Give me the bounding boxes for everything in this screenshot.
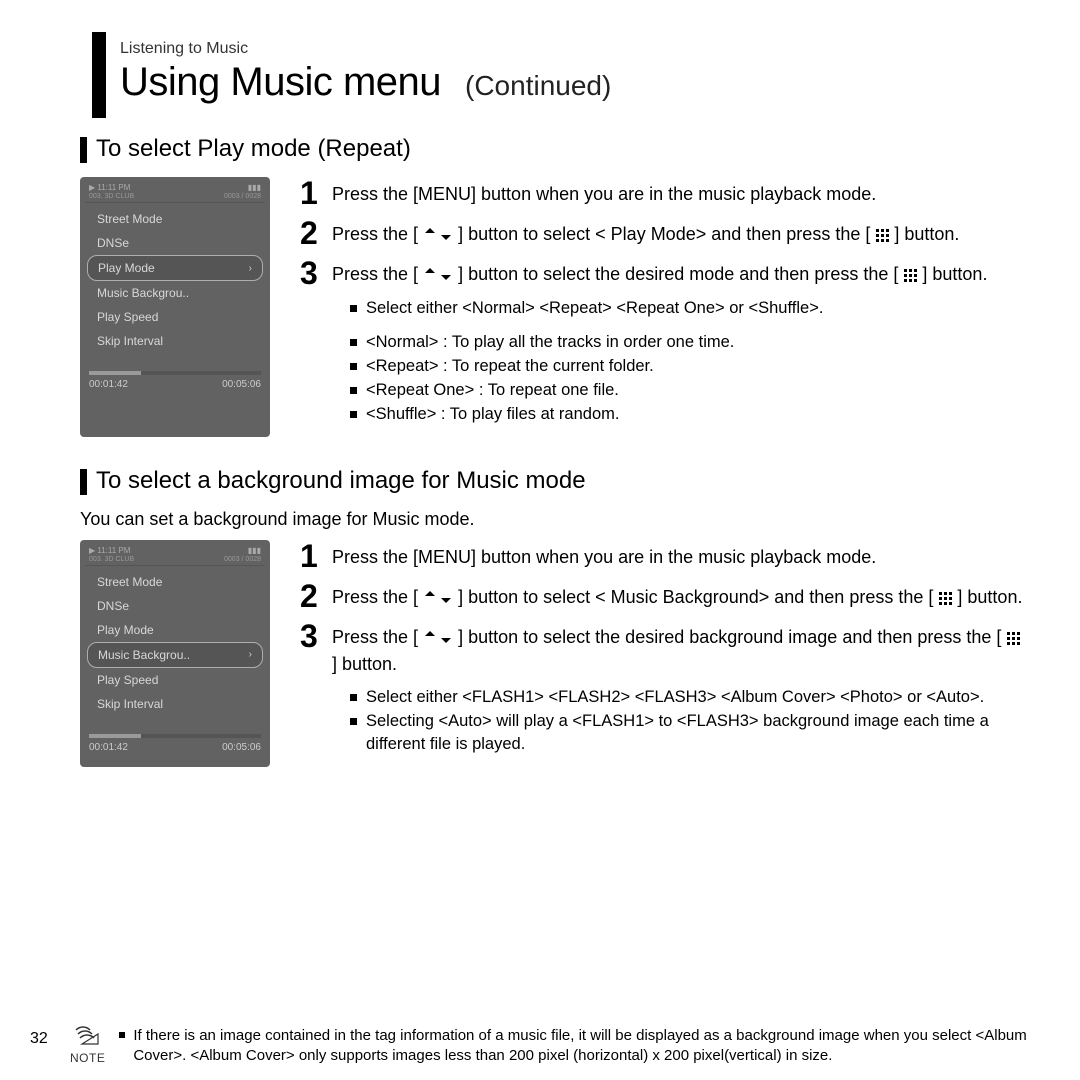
- device-status-left: ▶ 11:11 PM: [89, 546, 130, 555]
- up-down-icon: [423, 228, 453, 240]
- step-number: 3: [300, 620, 322, 652]
- step-number: 1: [300, 540, 322, 572]
- device-track-right: 0003 / 0028: [224, 556, 261, 563]
- step-text: Press the [ ] button to select the desir…: [332, 257, 987, 288]
- step-number: 3: [300, 257, 322, 289]
- device-menu-item: Skip Interval: [87, 692, 263, 716]
- title-bar: [92, 32, 106, 118]
- device-menu-item: Play Speed: [87, 305, 263, 329]
- grid-icon: [1006, 631, 1020, 645]
- device-time-total: 00:05:06: [222, 379, 261, 390]
- sub-bullet: Selecting <Auto> will play a <FLASH1> to…: [350, 710, 1030, 758]
- device-time-total: 00:05:06: [222, 742, 261, 753]
- note-icon: NOTE: [70, 1026, 105, 1065]
- up-down-icon: [423, 631, 453, 643]
- device-menu-item: DNSe: [87, 594, 263, 618]
- step-text: Press the [ ] button to select < Music B…: [332, 580, 1022, 611]
- mode-bullet: <Normal> : To play all the tracks in ord…: [350, 331, 1030, 355]
- step-number: 2: [300, 580, 322, 612]
- device-progress-bar: [89, 734, 261, 738]
- sub-bullet: Select either <FLASH1> <FLASH2> <FLASH3>…: [350, 686, 1030, 710]
- grid-icon: [938, 591, 952, 605]
- step-text: Press the [ ] button to select < Play Mo…: [332, 217, 959, 248]
- section-intro: You can set a background image for Music…: [80, 509, 1030, 530]
- step-number: 2: [300, 217, 322, 249]
- step-text: Press the [MENU] button when you are in …: [332, 177, 876, 208]
- step-text: Press the [MENU] button when you are in …: [332, 540, 876, 571]
- chevron-right-icon: ›: [249, 263, 252, 274]
- device-menu-item: Music Backgrou..: [87, 281, 263, 305]
- device-menu-item: Skip Interval: [87, 329, 263, 353]
- device-menu-item: Street Mode: [87, 207, 263, 231]
- grid-icon: [903, 268, 917, 282]
- step-text: Press the [ ] button to select the desir…: [332, 620, 1030, 678]
- step-number: 1: [300, 177, 322, 209]
- grid-icon: [875, 228, 889, 242]
- section-heading-bg-image: To select a background image for Music m…: [80, 467, 1030, 495]
- up-down-icon: [423, 268, 453, 280]
- device-track-right: 0003 / 0028: [224, 193, 261, 200]
- sub-bullet: Select either <Normal> <Repeat> <Repeat …: [350, 297, 1030, 321]
- page-title: Using Music menu: [120, 60, 441, 105]
- device-menu-item: DNSe: [87, 231, 263, 255]
- device-menu-item: Music Backgrou..›: [87, 642, 263, 668]
- breadcrumb: Listening to Music: [120, 40, 1030, 58]
- device-menu-item: Play Speed: [87, 668, 263, 692]
- note-label: NOTE: [70, 1051, 105, 1065]
- device-screenshot-play-mode: ▶ 11:11 PM ▮▮▮ 003. 3D CLUB 0003 / 0028 …: [80, 177, 270, 437]
- device-menu-item: Play Mode: [87, 618, 263, 642]
- page-title-suffix: (Continued): [465, 70, 611, 102]
- mode-bullet: <Repeat> : To repeat the current folder.: [350, 355, 1030, 379]
- mode-bullet: <Repeat One> : To repeat one file.: [350, 379, 1030, 403]
- mode-bullet: <Shuffle> : To play files at random.: [350, 403, 1030, 427]
- device-battery-icon: ▮▮▮: [248, 183, 261, 192]
- device-screenshot-bg: ▶ 11:11 PM ▮▮▮ 003. 3D CLUB 0003 / 0028 …: [80, 540, 270, 768]
- device-time-elapsed: 00:01:42: [89, 742, 128, 753]
- chevron-right-icon: ›: [249, 649, 252, 660]
- device-track-left: 003. 3D CLUB: [89, 193, 134, 200]
- section-heading-play-mode: To select Play mode (Repeat): [80, 135, 1030, 163]
- footnote-text: If there is an image contained in the ta…: [119, 1026, 1040, 1067]
- device-track-left: 003. 3D CLUB: [89, 556, 134, 563]
- device-menu-item: Street Mode: [87, 570, 263, 594]
- page-number: 32: [30, 1026, 56, 1048]
- device-menu-item: Play Mode›: [87, 255, 263, 281]
- device-battery-icon: ▮▮▮: [248, 546, 261, 555]
- device-time-elapsed: 00:01:42: [89, 379, 128, 390]
- up-down-icon: [423, 591, 453, 603]
- device-status-left: ▶ 11:11 PM: [89, 183, 130, 192]
- device-progress-bar: [89, 371, 261, 375]
